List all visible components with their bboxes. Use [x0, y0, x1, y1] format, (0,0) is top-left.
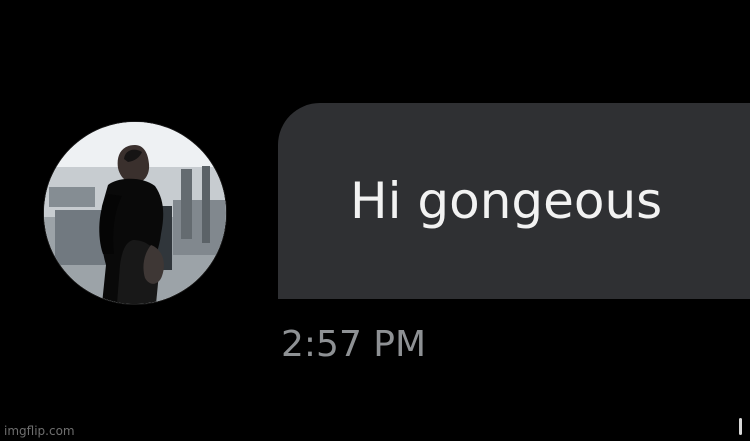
- avatar[interactable]: [44, 122, 226, 304]
- profile-photo-icon: [44, 122, 226, 304]
- message-screen: Hi gongeous 2:57 PM imgflip.com: [0, 0, 750, 441]
- watermark: imgflip.com: [4, 424, 75, 438]
- scrollbar-indicator: [739, 418, 742, 435]
- message-text: Hi gongeous: [350, 172, 663, 230]
- message-timestamp: 2:57 PM: [281, 324, 427, 365]
